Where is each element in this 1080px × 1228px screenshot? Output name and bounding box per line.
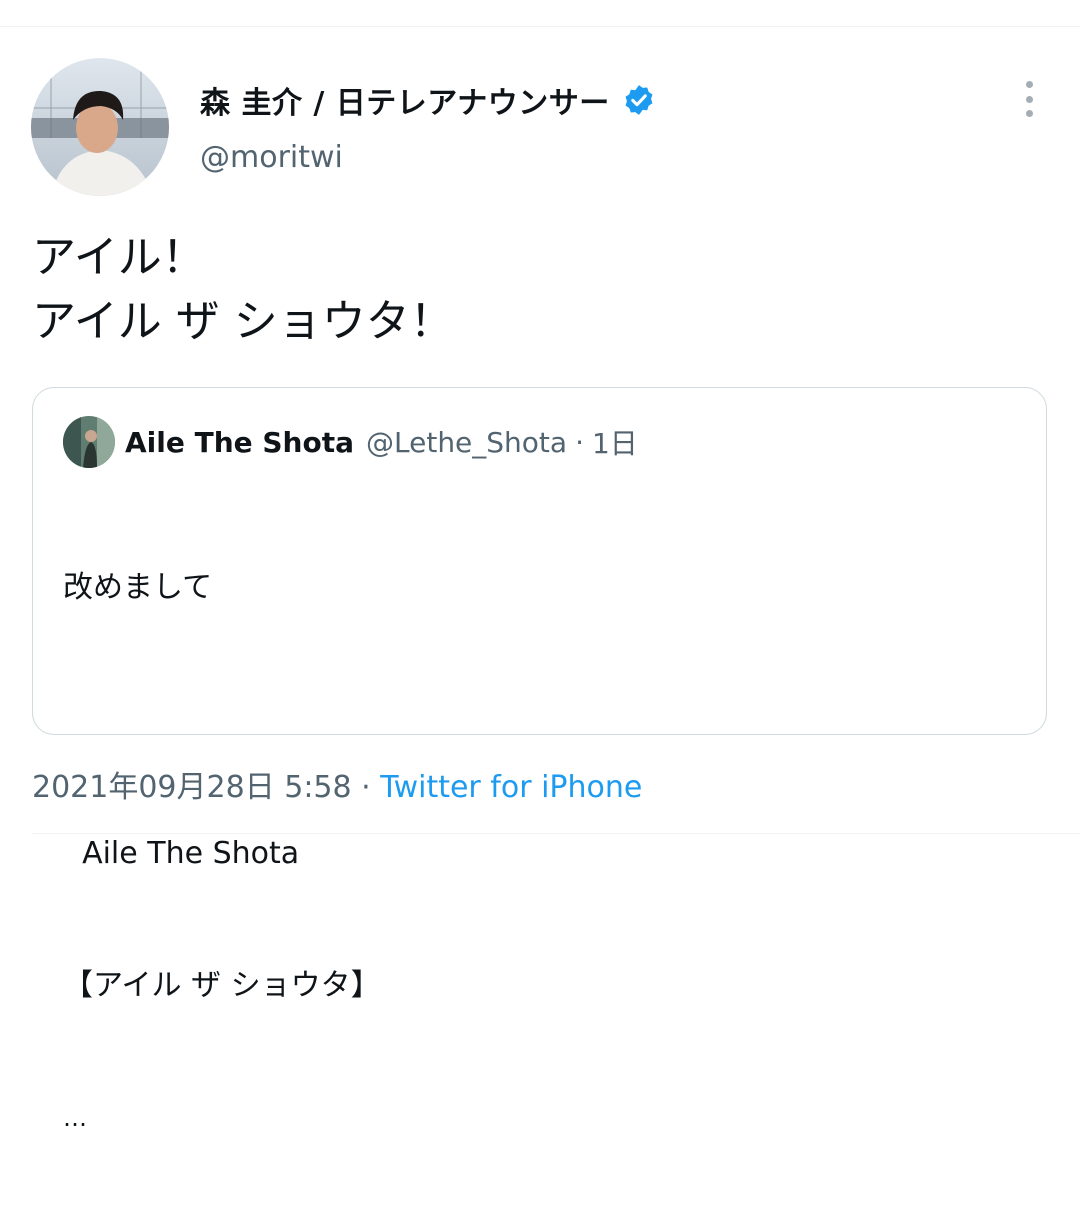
quoted-line-3: 【アイル ザ ショウタ】 <box>63 968 381 1003</box>
more-options-icon[interactable] <box>1012 78 1046 120</box>
tweet-body: アイル！ アイル ザ ショウタ！ <box>32 226 454 354</box>
quoted-author-name[interactable]: Aile The Shota <box>125 426 354 459</box>
dot-icon <box>1025 81 1033 88</box>
top-divider <box>0 26 1080 27</box>
dot-icon <box>1025 95 1033 103</box>
author-handle[interactable]: @moritwi <box>200 140 343 175</box>
verified-badge-icon <box>622 83 656 117</box>
quoted-time[interactable]: 1日 <box>592 422 638 462</box>
quoted-tweet-card[interactable]: Aile The Shota @Lethe_Shota · 1日 改めまして A… <box>32 387 1047 1132</box>
quoted-separator: · <box>575 425 584 459</box>
quoted-avatar-photo-icon <box>63 416 115 468</box>
tweet-source-link[interactable]: Twitter for iPhone <box>380 770 642 805</box>
bottom-divider <box>32 833 1080 834</box>
meta-separator: · <box>351 770 381 805</box>
tweet-line-2: アイル ザ ショウタ！ <box>32 296 454 347</box>
quoted-tweet-body: 改めまして Aile The Shota 【アイル ザ ショウタ】 … <box>63 478 381 1228</box>
display-name-text: 森 圭介 / 日テレアナウンサー <box>200 86 610 121</box>
tweet-meta: 2021年09月28日 5:58 · Twitter for iPhone <box>32 762 642 806</box>
quoted-author-handle[interactable]: @Lethe_Shota <box>366 426 567 459</box>
dot-icon <box>1025 110 1033 117</box>
quoted-ellipsis: … <box>63 1104 87 1132</box>
tweet-line-1: アイル！ <box>32 232 206 283</box>
quoted-author-avatar[interactable] <box>63 416 115 468</box>
quoted-line-2: Aile The Shota <box>63 836 300 871</box>
quoted-tweet-header: Aile The Shota @Lethe_Shota · 1日 <box>63 416 638 468</box>
author-display-name[interactable]: 森 圭介 / 日テレアナウンサー <box>200 78 656 122</box>
author-avatar[interactable] <box>31 58 169 196</box>
tweet-timestamp[interactable]: 2021年09月28日 5:58 <box>32 770 352 805</box>
quoted-line-1: 改めまして <box>63 570 213 605</box>
avatar-photo-icon <box>31 58 169 196</box>
quoted-blank-line <box>63 698 381 744</box>
